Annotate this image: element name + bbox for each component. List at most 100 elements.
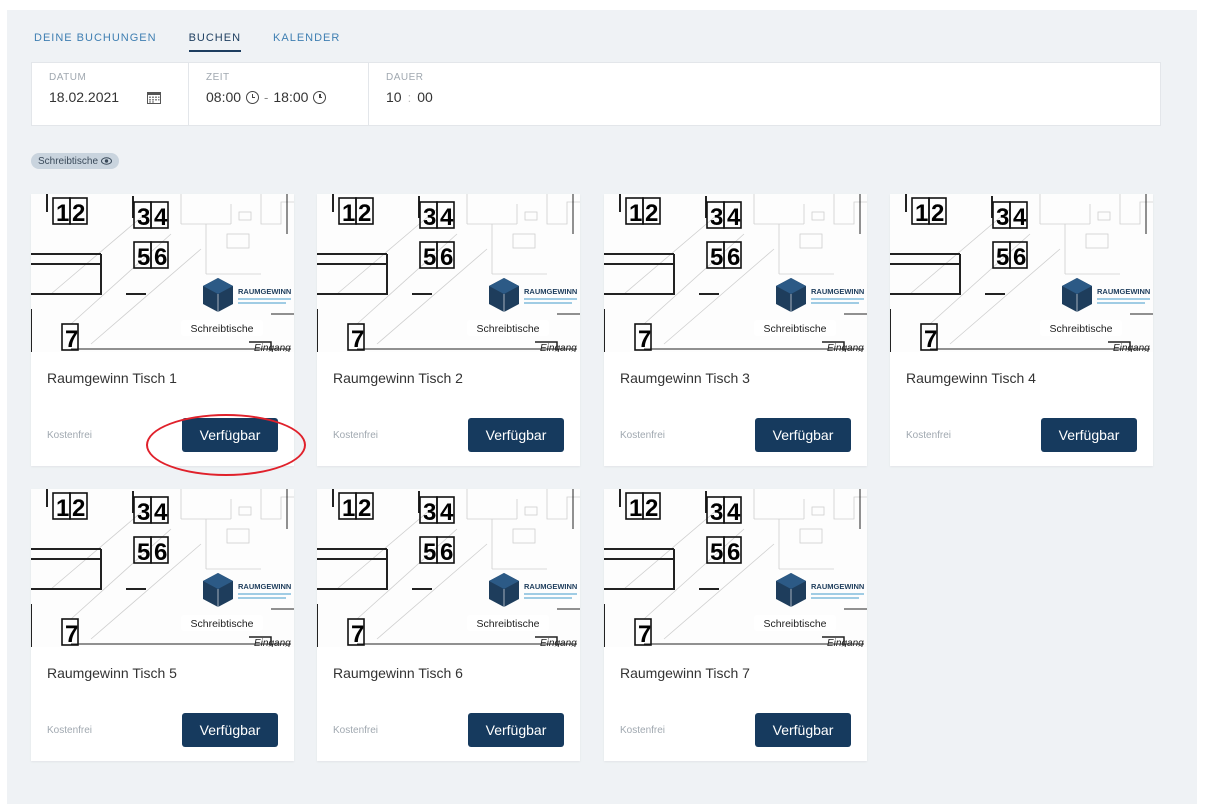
desk-number-label: 5 [710,539,723,566]
desk-number-label: 4 [1013,204,1027,231]
price-label: Kostenfrei [620,430,666,441]
eye-icon [101,157,113,165]
desk-number-label: 5 [423,539,436,566]
time-field[interactable]: ZEIT 08:00 - 18:00 [189,63,369,125]
floorplan-thumbnail[interactable]: 12 34 56 7 RAUMGEWINN Schreibtische Eing… [890,194,1153,352]
desk-number-label: 3 [710,204,723,231]
desk-card[interactable]: 12 34 56 7 RAUMGEWINN Schreibtische Eing… [604,489,867,761]
floorplan-overlay-label: Schreibtische [1049,323,1112,335]
raumgewinn-logo-text: RAUMGEWINN [524,287,577,296]
price-label: Kostenfrei [620,725,666,736]
time-separator: - [264,89,269,105]
floorplan-image: 12 34 56 7 RAUMGEWINN Schreibtische Eing… [890,194,1153,352]
category-chip-schreibtische[interactable]: Schreibtische [31,153,120,169]
desk-number-label: 3 [137,499,150,526]
desk-number-label: 1 [915,200,928,227]
desk-card[interactable]: 12 34 56 7 RAUMGEWINN Schreibtische Eing… [604,194,867,466]
time-start-value[interactable]: 08:00 [206,89,241,105]
available-button[interactable]: Verfügbar [468,713,564,747]
floorplan-thumbnail[interactable]: 12 34 56 7 RAUMGEWINN Schreibtische Eing… [604,194,867,352]
clock-icon[interactable] [313,90,327,104]
desk-number-label: 1 [629,495,642,522]
desk-number-label: 4 [154,499,168,526]
floorplan-image: 12 34 56 7 RAUMGEWINN Schreibtische Eing… [317,194,580,352]
raumgewinn-logo-text: RAUMGEWINN [811,582,864,591]
tab-buchen[interactable]: BUCHEN [188,32,242,52]
raumgewinn-logo-text: RAUMGEWINN [238,582,291,591]
desk-number-label: 6 [1013,244,1026,271]
desk-number-label: 1 [629,200,642,227]
tab-bar: DEINE BUCHUNGEN BUCHEN KALENDER [34,32,372,52]
desk-number-label: 7 [351,621,364,647]
desk-number-label: 7 [65,621,78,647]
desk-number-label: 2 [645,495,658,522]
available-button[interactable]: Verfügbar [755,418,851,452]
desk-title: Raumgewinn Tisch 7 [620,665,750,681]
calendar-icon[interactable] [147,91,162,104]
desk-number-label: 5 [137,539,150,566]
desk-number-label: 3 [137,204,150,231]
floorplan-thumbnail[interactable]: 12 34 56 7 RAUMGEWINN Schreibtische Eing… [31,489,294,647]
floorplan-entrance-label: Eingang [540,638,577,647]
desk-number-label: 7 [924,326,937,352]
duration-hours: 10 [386,89,402,105]
desk-number-label: 6 [440,539,453,566]
desk-number-label: 6 [440,244,453,271]
date-label: DATUM [49,72,87,83]
floorplan-entrance-label: Eingang [827,343,864,352]
floorplan-overlay-label: Schreibtische [476,618,539,630]
desk-number-label: 3 [710,499,723,526]
time-end-value[interactable]: 18:00 [273,89,308,105]
desk-title: Raumgewinn Tisch 6 [333,665,463,681]
available-button[interactable]: Verfügbar [468,418,564,452]
raumgewinn-logo-text: RAUMGEWINN [1097,287,1150,296]
floorplan-thumbnail[interactable]: 12 34 56 7 RAUMGEWINN Schreibtische Eing… [31,194,294,352]
booking-panel: DEINE BUCHUNGEN BUCHEN KALENDER DATUM 18… [7,10,1197,804]
available-button[interactable]: Verfügbar [1041,418,1137,452]
desk-number-label: 3 [996,204,1009,231]
price-label: Kostenfrei [333,430,379,441]
date-value[interactable]: 18.02.2021 [49,89,119,105]
desk-number-label: 1 [56,495,69,522]
desk-number-label: 5 [996,244,1009,271]
floorplan-entrance-label: Eingang [1113,343,1150,352]
date-field[interactable]: DATUM 18.02.2021 [32,63,189,125]
floorplan-thumbnail[interactable]: 12 34 56 7 RAUMGEWINN Schreibtische Eing… [317,194,580,352]
desk-number-label: 6 [727,539,740,566]
desk-number-label: 1 [56,200,69,227]
available-button[interactable]: Verfügbar [182,713,278,747]
raumgewinn-logo-text: RAUMGEWINN [811,287,864,296]
tab-kalender[interactable]: KALENDER [273,32,340,52]
desk-number-label: 2 [72,495,85,522]
raumgewinn-logo-text: RAUMGEWINN [238,287,291,296]
desk-number-label: 7 [638,621,651,647]
desk-card[interactable]: 12 34 56 7 RAUMGEWINN Schreibtische Eing… [31,194,294,466]
floorplan-thumbnail[interactable]: 12 34 56 7 RAUMGEWINN Schreibtische Eing… [317,489,580,647]
available-button[interactable]: Verfügbar [755,713,851,747]
desk-number-label: 1 [342,200,355,227]
time-label: ZEIT [206,72,230,83]
clock-icon[interactable] [246,90,260,104]
desk-number-label: 7 [65,326,78,352]
desk-card[interactable]: 12 34 56 7 RAUMGEWINN Schreibtische Eing… [31,489,294,761]
desk-number-label: 4 [440,204,454,231]
desk-number-label: 6 [727,244,740,271]
available-button[interactable]: Verfügbar [182,418,278,452]
floorplan-entrance-label: Eingang [827,638,864,647]
floorplan-overlay-label: Schreibtische [190,323,253,335]
floorplan-overlay-label: Schreibtische [763,618,826,630]
desk-card[interactable]: 12 34 56 7 RAUMGEWINN Schreibtische Eing… [317,194,580,466]
desk-number-label: 6 [154,244,167,271]
desk-number-label: 4 [154,204,168,231]
desk-title: Raumgewinn Tisch 5 [47,665,177,681]
tab-deine-buchungen[interactable]: DEINE BUCHUNGEN [34,32,157,52]
floorplan-thumbnail[interactable]: 12 34 56 7 RAUMGEWINN Schreibtische Eing… [604,489,867,647]
desk-card[interactable]: 12 34 56 7 RAUMGEWINN Schreibtische Eing… [890,194,1153,466]
floorplan-overlay-label: Schreibtische [476,323,539,335]
price-label: Kostenfrei [47,725,93,736]
duration-separator: : [407,89,412,105]
desk-number-label: 7 [351,326,364,352]
floorplan-entrance-label: Eingang [254,638,291,647]
desk-title: Raumgewinn Tisch 3 [620,370,750,386]
desk-card[interactable]: 12 34 56 7 RAUMGEWINN Schreibtische Eing… [317,489,580,761]
